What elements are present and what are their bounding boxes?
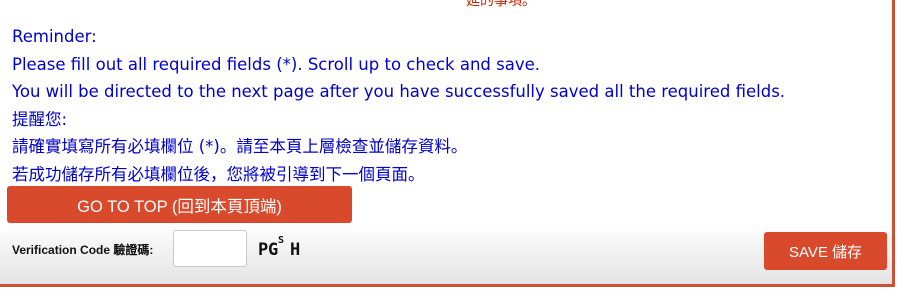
reminder-line-required: Please fill out all required fields (*).…	[12, 54, 540, 74]
reminder-line-redirect: You will be directed to the next page af…	[12, 82, 786, 101]
verification-code-input[interactable]	[173, 230, 247, 267]
save-button[interactable]: SAVE 儲存	[764, 232, 887, 270]
reminder-line-required-zh: 請確實填寫所有必填欄位 (*)。請至本頁上層檢查並儲存資料。	[12, 137, 468, 156]
reminder-title: Reminder:	[12, 27, 97, 46]
form-bottom-border	[0, 284, 895, 287]
reminder-title-zh: 提醒您:	[12, 109, 68, 129]
captcha-char: P	[258, 240, 269, 260]
reminder-line-redirect-zh: 若成功儲存所有必填欄位後，您將被引導到下一個頁面。	[12, 164, 425, 184]
captcha-char: S	[278, 235, 285, 246]
cut-off-heading: 延的事項。	[466, 0, 536, 9]
captcha-image: P G S H	[258, 235, 306, 264]
go-to-top-button[interactable]: GO TO TOP (回到本頁頂端)	[7, 186, 352, 223]
scrollbar-area	[895, 0, 916, 289]
reminder-notice: Reminder: Please fill out all required f…	[12, 23, 887, 188]
verification-code-label: Verification Code 驗證碼:	[12, 243, 154, 257]
captcha-char: G	[268, 240, 279, 260]
captcha-char: H	[290, 240, 301, 260]
